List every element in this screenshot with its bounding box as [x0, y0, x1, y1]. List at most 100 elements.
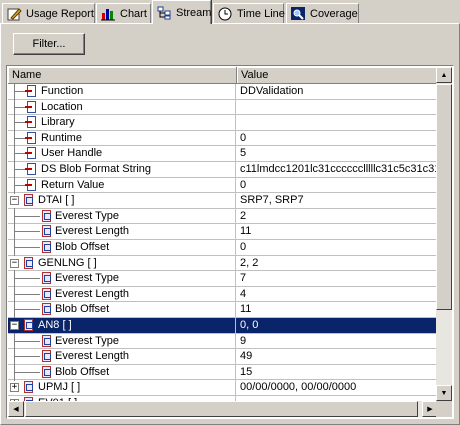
scroll-up-button[interactable]: ▲ — [436, 67, 452, 83]
name-cell: Return Value — [8, 176, 236, 194]
field-icon — [40, 240, 53, 254]
tab-coverage[interactable]: Coverage — [286, 3, 359, 23]
tab-chart[interactable]: Chart — [96, 3, 151, 23]
scroll-left-button[interactable]: ◀ — [8, 401, 24, 417]
name-cell: DS Blob Format String — [8, 160, 236, 178]
tree-row[interactable]: Everest Length 11 — [8, 223, 438, 241]
value-cell: 9 — [240, 334, 247, 347]
row-name: DS Blob Format String — [41, 162, 152, 175]
vertical-scrollbar[interactable]: ▲ ▼ — [436, 67, 452, 401]
row-name: AN8 [ ] — [38, 318, 72, 331]
tree-line — [14, 293, 40, 295]
tree-line — [14, 340, 40, 342]
name-cell: − AN8 [ ] — [8, 317, 236, 333]
row-name: Blob Offset — [55, 240, 110, 253]
parameter-icon — [25, 100, 38, 114]
tree-row[interactable]: Everest Type 2 — [8, 207, 438, 225]
name-cell: Library — [8, 114, 236, 132]
field-icon — [40, 365, 53, 379]
tree-row[interactable]: Function DDValidation — [8, 83, 438, 100]
tree-row[interactable]: Blob Offset 15 — [8, 363, 438, 381]
grid-header: Name Value — [8, 67, 438, 84]
value-cell: 11 — [240, 303, 252, 316]
tree-row[interactable]: Location — [8, 98, 438, 116]
array-parameter-icon — [22, 194, 35, 207]
row-name: Everest Type — [55, 272, 119, 285]
stream-tree-icon — [157, 6, 173, 20]
name-cell: − DTAI [ ] — [8, 193, 236, 208]
tree-row[interactable]: + UPMJ [ ] 00/00/0000, 00/00/0000 — [8, 380, 438, 396]
name-cell: Blob Offset — [8, 238, 236, 256]
tab-stream[interactable]: Stream — [152, 0, 211, 24]
row-name: Location — [41, 100, 83, 113]
row-name: Everest Length — [55, 287, 129, 300]
name-cell: Everest Type — [8, 207, 236, 225]
stream-tree-grid[interactable]: Name Value Function DDValidation Location L… — [6, 65, 454, 419]
value-cell: 00/00/0000, 00/00/0000 — [240, 381, 357, 394]
value-cell: 49 — [240, 350, 253, 363]
tree-line — [14, 215, 40, 217]
tree-line — [14, 278, 40, 280]
tree-row[interactable]: − AN8 [ ] 0, 0 — [8, 317, 438, 334]
expand-icon[interactable]: + — [10, 383, 19, 393]
tree-row[interactable]: Library — [8, 114, 438, 132]
tab-label: Chart — [120, 7, 147, 20]
value-cell: 0, 0 — [240, 318, 259, 331]
value-cell — [236, 115, 438, 130]
tab-label: Coverage — [310, 7, 358, 20]
tab-strip: Usage Report Chart Stream Time Line Cove… — [0, 0, 460, 24]
tree-row[interactable]: User Handle 5 — [8, 145, 438, 163]
field-icon — [40, 303, 53, 316]
array-parameter-icon — [22, 381, 35, 394]
tree-row[interactable]: − DTAI [ ] SRP7, SRP7 — [8, 193, 438, 209]
tree-row[interactable]: Runtime 0 — [8, 129, 438, 147]
tree-row[interactable]: DS Blob Format String c11lmdcc1201lc31ccc… — [8, 160, 438, 178]
tree-line — [14, 309, 40, 311]
tree-row[interactable]: Everest Length 49 — [8, 348, 438, 366]
name-cell: + UPMJ [ ] — [8, 380, 236, 395]
name-cell: − GENLNG [ ] — [8, 255, 236, 271]
row-name: Blob Offset — [55, 303, 110, 316]
field-icon — [40, 350, 53, 363]
horizontal-scroll-thumb[interactable] — [25, 401, 418, 417]
collapse-icon[interactable]: − — [10, 196, 19, 206]
field-icon — [40, 209, 53, 223]
column-header-value[interactable]: Value — [237, 67, 438, 84]
vertical-scroll-thumb[interactable] — [436, 84, 452, 310]
row-name: Return Value — [41, 178, 105, 191]
name-cell: Blob Offset — [8, 301, 236, 319]
scroll-down-button[interactable]: ▼ — [436, 385, 452, 401]
filter-button[interactable]: Filter... — [13, 33, 85, 55]
value-cell: c11lmdcc1201lc31cccccclllllc31c5c31c31c3… — [240, 162, 438, 175]
name-cell: Everest Length — [8, 348, 236, 366]
row-name: Everest Length — [55, 350, 129, 363]
collapse-icon[interactable]: − — [10, 258, 19, 268]
tab-usage-report[interactable]: Usage Report — [2, 3, 95, 23]
tree-row[interactable]: Return Value 0 — [8, 176, 438, 194]
collapse-icon[interactable]: − — [10, 320, 19, 330]
tab-time-line[interactable]: Time Line — [213, 3, 285, 23]
row-name: Everest Length — [55, 225, 129, 238]
clock-icon — [218, 7, 234, 21]
tree-rows: Function DDValidation Location Library Runti… — [8, 83, 438, 412]
value-cell: 0 — [240, 240, 247, 253]
name-cell: Everest Length — [8, 285, 236, 303]
horizontal-scrollbar[interactable]: ◀ ▶ — [8, 401, 438, 417]
row-name: Function — [41, 85, 84, 97]
tree-row[interactable]: Everest Type 7 — [8, 270, 438, 288]
parameter-icon — [25, 147, 38, 160]
tree-row[interactable]: Everest Type 9 — [8, 332, 438, 350]
field-icon — [40, 225, 53, 238]
tree-row[interactable]: − GENLNG [ ] 2, 2 — [8, 255, 438, 272]
bar-chart-icon — [101, 7, 117, 21]
tree-row[interactable]: Blob Offset 0 — [8, 238, 438, 256]
tree-row[interactable]: Everest Length 4 — [8, 285, 438, 303]
field-icon — [40, 334, 53, 348]
value-cell: SRP7, SRP7 — [240, 194, 304, 207]
value-cell: 0 — [240, 178, 247, 191]
tree-row[interactable]: Blob Offset 11 — [8, 301, 438, 319]
value-cell: 11 — [240, 225, 252, 238]
row-name: User Handle — [41, 147, 103, 160]
column-header-name[interactable]: Name — [8, 67, 237, 84]
name-cell: Everest Length — [8, 223, 236, 241]
